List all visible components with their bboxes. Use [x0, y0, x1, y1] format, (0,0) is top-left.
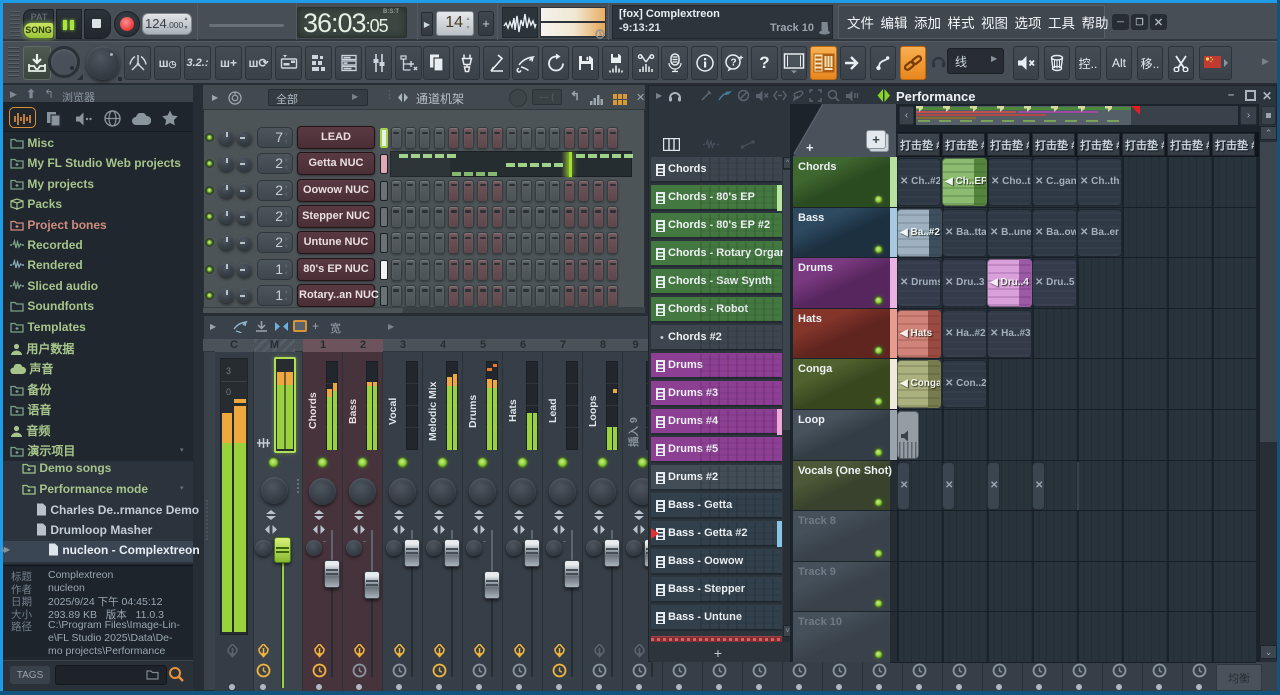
svg-text:?: ?	[730, 58, 736, 69]
